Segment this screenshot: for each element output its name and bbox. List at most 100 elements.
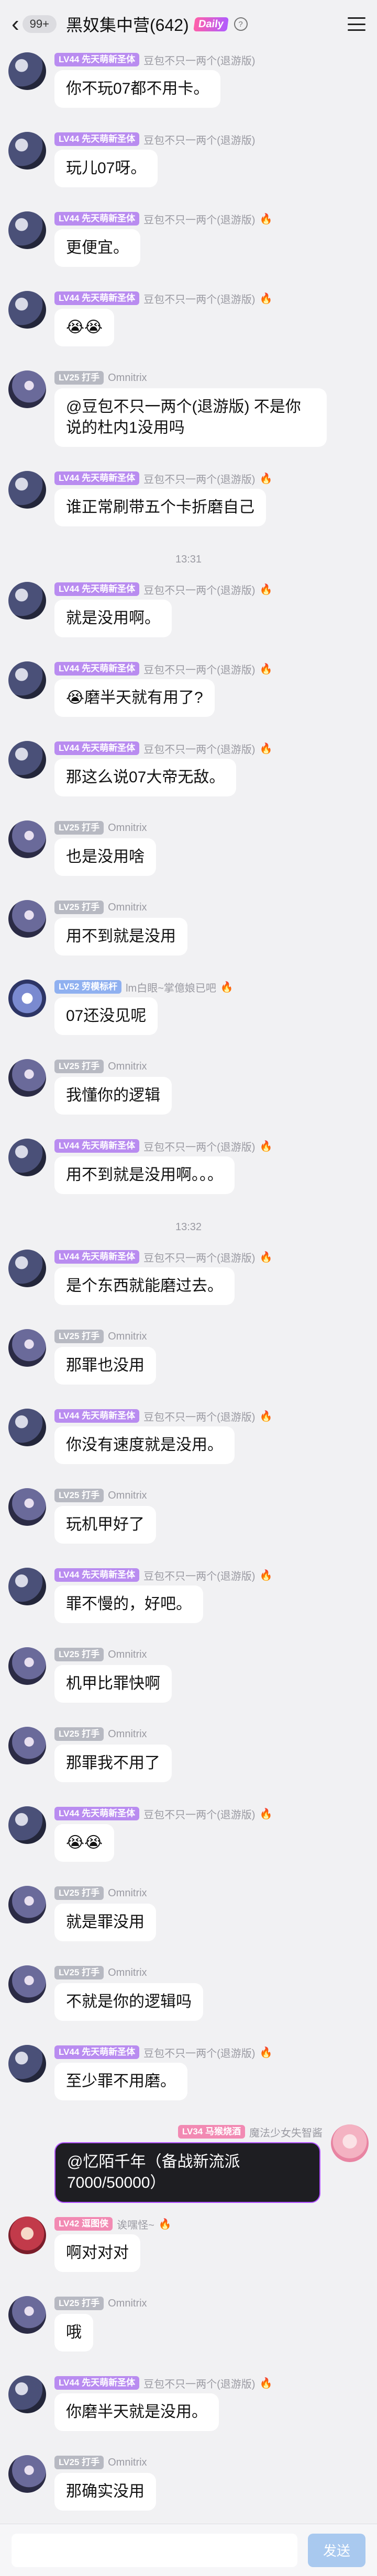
- message-bubble[interactable]: 你磨半天就是没用。: [54, 2393, 219, 2431]
- message-bubble[interactable]: 哦: [54, 2314, 93, 2352]
- fire-icon: 🔥: [259, 1569, 273, 1581]
- avatar[interactable]: [8, 1568, 46, 1605]
- avatar[interactable]: [8, 370, 46, 408]
- sender-name: 豆包不只一两个(退游版): [143, 1809, 256, 1821]
- message-bubble[interactable]: 也是没用啥: [54, 838, 156, 876]
- message-bubble[interactable]: 那罪我不用了: [54, 1745, 172, 1782]
- avatar[interactable]: [8, 2376, 46, 2413]
- group-title: 黑奴集中营(642): [65, 16, 189, 35]
- message-bubble[interactable]: 我懂你的逻辑: [54, 1077, 172, 1115]
- message-bubble[interactable]: @豆包不只一两个(退游版) 不是你说的杜内1没用吗: [54, 388, 327, 447]
- message-bubble[interactable]: 那这么说07大帝无敌。: [54, 759, 237, 796]
- message-bubble[interactable]: 就是罪没用: [54, 1904, 156, 1941]
- avatar[interactable]: [8, 741, 46, 779]
- message-bubble[interactable]: 07还没见呢: [54, 997, 158, 1035]
- message-bubble[interactable]: 啊对对对: [54, 2234, 140, 2272]
- message-bubble[interactable]: 😭😭: [54, 309, 115, 346]
- message-bubble[interactable]: @忆陌千年（备战新流派7000/50000）: [54, 2142, 320, 2203]
- unread-count-badge[interactable]: 99+: [22, 15, 57, 33]
- avatar[interactable]: [8, 1965, 46, 2003]
- level-badge: LV34 马猴烧酒: [178, 2125, 245, 2139]
- level-badge: LV42 逗图侠: [54, 2217, 113, 2231]
- avatar[interactable]: [8, 1886, 46, 1923]
- level-badge: LV44 先天萌新圣体: [54, 471, 140, 485]
- avatar[interactable]: [8, 661, 46, 699]
- fire-icon: 🔥: [259, 1410, 273, 1422]
- avatar[interactable]: [8, 820, 46, 858]
- message-bubble[interactable]: 谁正常刷带五个卡折磨自己: [54, 489, 266, 526]
- message-bubble[interactable]: 用不到就是没用啊。。。: [54, 1156, 235, 1194]
- timestamp: 13:32: [175, 1221, 202, 1233]
- group-tag-badge: Daily: [193, 17, 229, 31]
- message-bubble[interactable]: 是个东西就能磨过去。: [54, 1267, 235, 1305]
- fire-icon: 🔥: [158, 2218, 172, 2230]
- fire-icon: 🔥: [259, 663, 273, 675]
- send-button[interactable]: 发送: [308, 2533, 365, 2567]
- avatar[interactable]: [8, 1329, 46, 1367]
- back-chevron-icon[interactable]: ‹: [12, 13, 19, 36]
- level-badge: LV44 先天萌新圣体: [54, 1409, 140, 1423]
- level-badge: LV44 先天萌新圣体: [54, 741, 140, 755]
- avatar[interactable]: [8, 1250, 46, 1287]
- menu-icon[interactable]: [348, 17, 365, 31]
- message-bubble[interactable]: 😭磨半天就有用了?: [54, 679, 215, 717]
- avatar[interactable]: [8, 582, 46, 620]
- avatar[interactable]: [8, 132, 46, 170]
- avatar[interactable]: [331, 2124, 369, 2162]
- fire-icon: 🔥: [259, 1140, 273, 1152]
- fire-icon: 🔥: [259, 1251, 273, 1263]
- avatar[interactable]: [8, 1806, 46, 1844]
- message-bubble[interactable]: 那确实没用: [54, 2473, 156, 2511]
- avatar[interactable]: [8, 980, 46, 1017]
- level-badge: LV25 打手: [54, 901, 104, 914]
- avatar[interactable]: [8, 471, 46, 509]
- message-bubble[interactable]: 你不玩07都不用卡。: [54, 70, 221, 108]
- sender-name: 豆包不只一两个(退游版): [143, 1411, 256, 1423]
- level-badge: LV25 打手: [54, 2297, 104, 2310]
- avatar[interactable]: [8, 2296, 46, 2334]
- message-bubble[interactable]: 更便宜。: [54, 229, 140, 267]
- sender-name: Omnitrix: [108, 1060, 147, 1072]
- avatar[interactable]: [8, 1139, 46, 1176]
- avatar[interactable]: [8, 52, 46, 90]
- avatar[interactable]: [8, 1488, 46, 1526]
- level-badge: LV25 打手: [54, 821, 104, 835]
- message-bubble[interactable]: 罪不慢的，好吧。: [54, 1585, 203, 1623]
- sender-name: 豆包不只一两个(退游版): [143, 214, 256, 226]
- avatar[interactable]: [8, 2045, 46, 2083]
- fire-icon: 🔥: [259, 2046, 273, 2058]
- message-input[interactable]: [12, 2533, 297, 2567]
- sender-name: 豆包不只一两个(退游版): [143, 1141, 256, 1153]
- sender-name: 诶嘿怪~: [117, 2219, 154, 2231]
- message-bubble[interactable]: 就是没用啊。: [54, 600, 172, 637]
- level-badge: LV25 打手: [54, 1886, 104, 1900]
- avatar[interactable]: [8, 1727, 46, 1764]
- level-badge: LV25 打手: [54, 2456, 104, 2469]
- avatar[interactable]: [8, 211, 46, 249]
- help-icon[interactable]: ?: [234, 17, 248, 31]
- avatar[interactable]: [8, 1647, 46, 1685]
- message-bubble[interactable]: 那罪也没用: [54, 1347, 156, 1385]
- avatar[interactable]: [8, 2217, 46, 2254]
- message-bubble[interactable]: 用不到就是没用: [54, 918, 187, 955]
- message-bubble[interactable]: 不就是你的逻辑吗: [54, 1983, 203, 2021]
- level-badge: LV44 先天萌新圣体: [54, 132, 140, 146]
- avatar[interactable]: [8, 1409, 46, 1446]
- avatar[interactable]: [8, 291, 46, 329]
- level-badge: LV25 打手: [54, 1966, 104, 1979]
- message-bubble[interactable]: 机甲比罪快啊: [54, 1665, 172, 1703]
- level-badge: LV44 先天萌新圣体: [54, 1807, 140, 1820]
- message-bubble[interactable]: 玩机甲好了: [54, 1506, 156, 1544]
- sender-name: 豆包不只一两个(退游版): [143, 55, 256, 67]
- message-bubble[interactable]: 玩儿07呀。: [54, 150, 158, 187]
- message-bubble[interactable]: 你没有速度就是没用。: [54, 1426, 235, 1464]
- message-bubble[interactable]: 😭😭: [54, 1824, 115, 1862]
- avatar[interactable]: [8, 900, 46, 938]
- level-badge: LV44 先天萌新圣体: [54, 2045, 140, 2059]
- sender-name: Omnitrix: [108, 1330, 147, 1342]
- message-bubble[interactable]: 至少罪不用磨。: [54, 2063, 187, 2100]
- avatar[interactable]: [8, 1059, 46, 1097]
- sender-name: 豆包不只一两个(退游版): [143, 2048, 256, 2060]
- composer-bar: 发送: [0, 2524, 377, 2576]
- avatar[interactable]: [8, 2455, 46, 2493]
